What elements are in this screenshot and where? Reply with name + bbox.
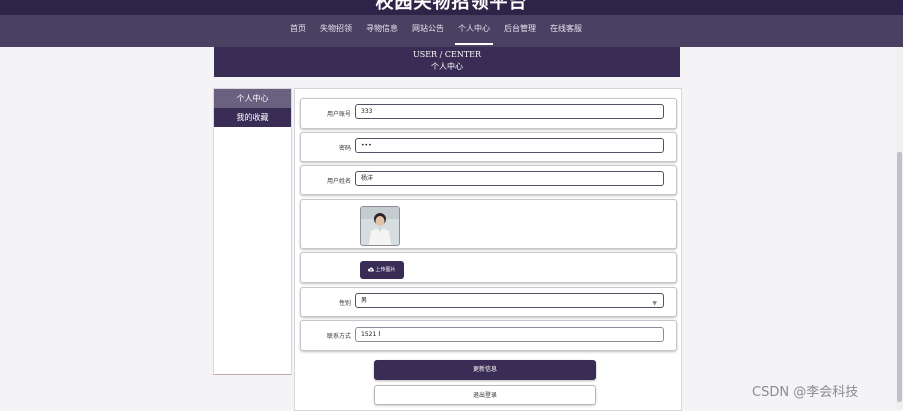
text-cursor-icon: I [378,330,381,338]
gender-select[interactable]: 男 ▼ [355,293,664,308]
gender-value: 男 [361,297,368,304]
page-banner: USER / CENTER 个人中心 [214,47,680,77]
nav-lost-found[interactable]: 失物招领 [313,15,359,47]
contact-label: 联系方式 [326,333,351,340]
password-label: 密码 [338,145,351,152]
upload-row: 上传图片 [300,252,677,283]
account-row: 用户账号 333 [300,98,677,129]
avatar-row [300,199,677,249]
main-navbar: 首页 失物招领 寻物信息 网站公告 个人中心 后台管理 在线客服 [0,15,903,47]
avatar-photo [361,207,399,245]
chevron-down-icon: ▼ [652,300,657,307]
avatar[interactable] [360,206,400,246]
name-field[interactable]: 杨洋 [355,171,664,186]
account-label: 用户账号 [326,111,351,118]
gender-row: 性别 男 ▼ [300,287,677,317]
profile-form: 用户账号 333 密码 ••• 用户姓名 杨洋 上传图片 性别 男 ▼ 联系方式… [294,88,682,411]
nav-personal-center[interactable]: 个人中心 [451,15,497,47]
account-field[interactable]: 333 [355,104,664,119]
nav-home[interactable]: 首页 [283,15,313,47]
name-row: 用户姓名 杨洋 [300,165,677,195]
page-scrollbar[interactable] [896,47,903,409]
site-title: 校园失物招领平台 [375,0,528,13]
banner-chinese-title: 个人中心 [431,62,463,71]
nav-online-service[interactable]: 在线客服 [543,15,589,47]
upload-image-label: 上传图片 [375,267,396,273]
top-header: 校园失物招领平台 [0,0,903,15]
sidebar-item-favorites[interactable]: 我的收藏 [214,108,291,127]
logout-button[interactable]: 退出登录 [374,385,596,405]
password-row: 密码 ••• [300,132,677,162]
nav-menu: 首页 失物招领 寻物信息 网站公告 个人中心 后台管理 在线客服 [283,15,589,47]
nav-search-items[interactable]: 寻物信息 [359,15,405,47]
contact-value: 1521 [361,331,377,338]
name-label: 用户姓名 [326,178,351,185]
nav-admin[interactable]: 后台管理 [497,15,543,47]
gender-label: 性别 [338,300,351,307]
update-info-button[interactable]: 更新信息 [374,360,596,380]
contact-field[interactable]: 1521 I [355,327,664,342]
watermark: CSDN @李会科技 [752,385,859,400]
password-field[interactable]: ••• [355,138,664,153]
contact-row: 联系方式 1521 I [300,320,677,351]
sidebar-item-personal-center[interactable]: 个人中心 [214,89,291,108]
upload-image-button[interactable]: 上传图片 [360,261,404,279]
sidebar: 个人中心 我的收藏 [213,88,292,375]
scroll-thumb[interactable] [897,152,902,402]
banner-english-title: USER / CENTER [412,50,482,59]
cloud-upload-icon [368,267,375,272]
nav-announcements[interactable]: 网站公告 [405,15,451,47]
